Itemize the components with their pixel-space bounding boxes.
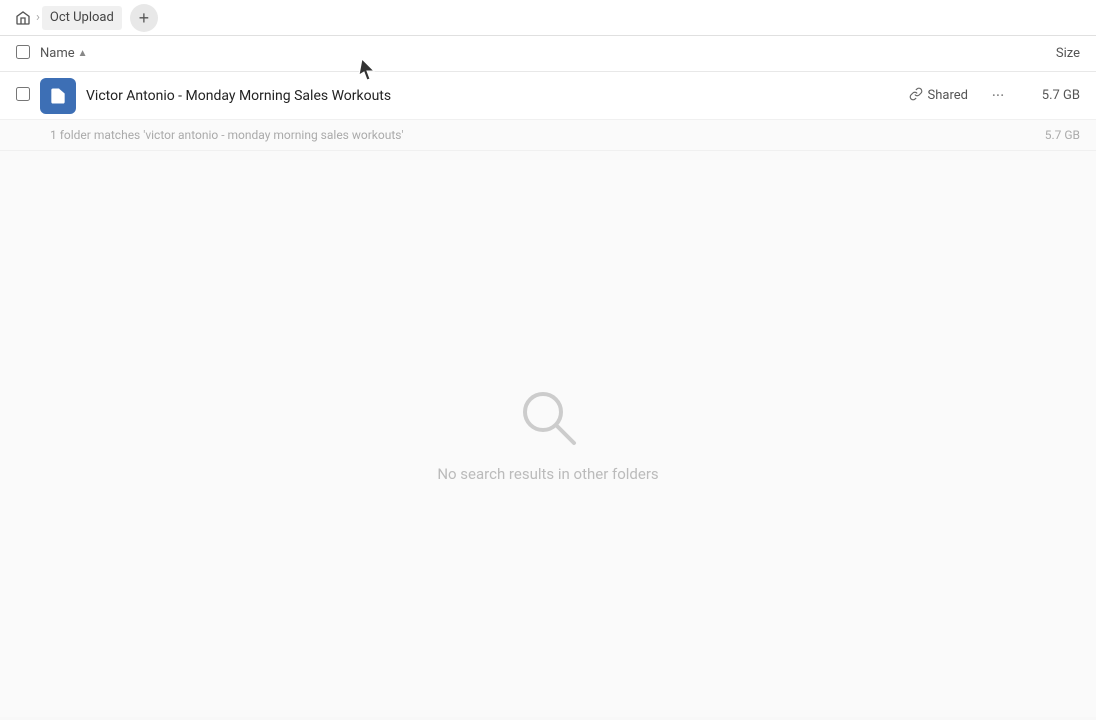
folder-icon [40, 78, 76, 114]
summary-row: 1 folder matches 'victor antonio - monda… [0, 120, 1096, 151]
column-headers: Name ▲ Size [0, 36, 1096, 72]
select-all-checkbox[interactable] [16, 45, 40, 63]
add-button[interactable]: + [130, 4, 158, 32]
file-size: 5.7 GB [1020, 88, 1080, 103]
summary-text: 1 folder matches 'victor antonio - monda… [50, 128, 1045, 142]
no-results-search-icon [516, 385, 580, 449]
more-options-button[interactable]: ··· [984, 82, 1012, 110]
no-results-message: No search results in other folders [437, 465, 658, 483]
empty-state: No search results in other folders [0, 151, 1096, 717]
summary-size: 5.7 GB [1045, 128, 1080, 142]
home-icon[interactable] [12, 7, 34, 29]
sort-arrow-icon: ▲ [78, 48, 88, 59]
link-icon [909, 87, 923, 105]
shared-badge: Shared [909, 87, 968, 105]
file-name: Victor Antonio - Monday Morning Sales Wo… [86, 88, 909, 104]
file-checkbox[interactable] [16, 87, 40, 105]
checkbox-all[interactable] [16, 45, 30, 59]
name-column-header[interactable]: Name ▲ [40, 46, 1000, 61]
breadcrumb-chevron: › [36, 10, 40, 25]
header: › Oct Upload + [0, 0, 1096, 36]
checkbox-file[interactable] [16, 87, 30, 101]
breadcrumb-oct-upload[interactable]: Oct Upload [42, 6, 122, 30]
file-row[interactable]: Victor Antonio - Monday Morning Sales Wo… [0, 72, 1096, 120]
size-column-header: Size [1000, 46, 1080, 61]
